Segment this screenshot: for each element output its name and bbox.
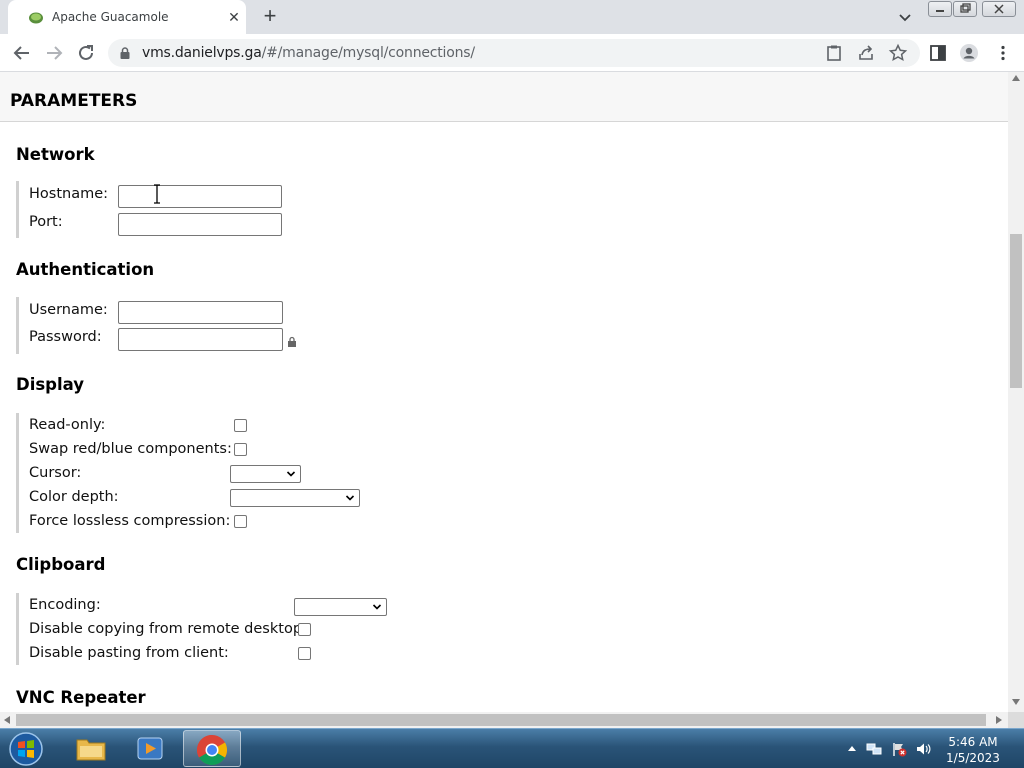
taskbar-media-player[interactable] [122,730,180,767]
url-host: vms.danielvps.ga [142,45,262,61]
password-label: Password: [29,329,102,345]
cursor-select[interactable] [230,465,301,483]
tab-search-chevron-icon[interactable] [895,7,915,27]
scroll-up-arrow-icon[interactable] [1012,75,1020,81]
hostname-input[interactable] [118,185,282,208]
horizontal-scroll-thumb[interactable] [16,714,986,726]
group-title-authentication: Authentication [16,260,155,279]
back-arrow-icon[interactable] [10,41,34,65]
browser-tab-strip: Apache Guacamole ✕ + [0,0,1024,34]
group-title-clipboard: Clipboard [16,555,106,574]
disable-copy-checkbox[interactable] [298,623,311,636]
new-tab-button[interactable]: + [258,5,282,29]
minimize-icon [936,10,944,12]
guacamole-connection-editor: PARAMETERS Network Hostname: Port: Authe… [0,72,1008,712]
windows-start-button-icon[interactable] [6,731,46,767]
disable-paste-checkbox[interactable] [298,647,311,660]
share-icon[interactable] [856,43,876,63]
port-input[interactable] [118,213,282,236]
group-divider [16,413,19,533]
action-center-flag-icon[interactable] [891,741,907,757]
kebab-menu-icon[interactable] [993,43,1013,63]
guacamole-favicon-icon [29,12,43,24]
show-hidden-icons-icon[interactable] [844,741,860,757]
scroll-left-arrow-icon[interactable] [4,716,10,724]
forward-arrow-icon[interactable] [42,41,66,65]
tab-close-icon[interactable]: ✕ [225,8,243,26]
lock-icon[interactable] [118,46,132,60]
swap-red-blue-label: Swap red/blue components: [29,441,232,457]
encoding-select[interactable] [294,598,387,616]
cursor-label: Cursor: [29,465,82,481]
close-window-button[interactable] [982,1,1016,17]
lossless-compression-checkbox[interactable] [234,515,247,528]
hostname-label: Hostname: [29,186,109,202]
restore-icon [960,3,971,13]
read-only-checkbox[interactable] [234,419,247,432]
vertical-scrollbar[interactable] [1008,72,1024,712]
clipboard-icon[interactable] [824,43,844,63]
scrollbar-corner [1008,712,1024,728]
username-label: Username: [29,302,108,318]
scroll-right-arrow-icon[interactable] [996,716,1002,724]
encoding-label: Encoding: [29,597,101,613]
swap-red-blue-checkbox[interactable] [234,443,247,456]
address-bar[interactable]: vms.danielvps.ga/#/manage/mysql/connecti… [108,39,920,67]
url-text: vms.danielvps.ga/#/manage/mysql/connecti… [142,45,475,61]
password-input[interactable] [118,328,283,351]
url-path: /#/manage/mysql/connections/ [261,45,476,61]
tab-title: Apache Guacamole [52,10,169,24]
clock-date: 1/5/2023 [946,751,1000,765]
volume-icon[interactable] [915,741,931,757]
section-title: PARAMETERS [10,91,138,111]
port-label: Port: [29,214,63,230]
windows-taskbar: 5:46 AM 1/5/2023 [0,728,1024,768]
read-only-label: Read-only: [29,417,106,433]
chevron-down-icon [286,471,296,477]
vertical-scroll-thumb[interactable] [1010,234,1022,388]
group-divider [16,593,19,665]
parameters-header: PARAMETERS [0,72,1008,122]
group-title-network: Network [16,145,95,164]
group-divider [16,181,19,238]
horizontal-scrollbar[interactable] [0,712,1008,728]
group-title-display: Display [16,375,85,394]
group-title-vnc-repeater: VNC Repeater [16,688,146,707]
restore-button[interactable] [953,1,977,17]
minimize-button[interactable] [928,1,952,17]
side-panel-icon[interactable] [928,43,948,63]
profile-avatar-icon[interactable] [959,43,979,63]
close-icon [994,4,1004,14]
clock-time: 5:46 AM [948,735,998,749]
username-input[interactable] [118,301,283,324]
taskbar-clock[interactable]: 5:46 AM 1/5/2023 [940,734,1006,766]
password-toggle-lock-icon[interactable] [287,336,297,347]
browser-toolbar: vms.danielvps.ga/#/manage/mysql/connecti… [0,34,1024,72]
color-depth-label: Color depth: [29,489,119,505]
folder-icon [76,739,106,761]
tab-apache-guacamole[interactable]: Apache Guacamole ✕ [8,0,246,34]
network-tray-icon[interactable] [866,741,882,757]
scroll-down-arrow-icon[interactable] [1012,699,1020,705]
disable-paste-label: Disable pasting from client: [29,645,229,661]
media-player-icon [137,737,163,760]
color-depth-select[interactable] [230,489,360,507]
lossless-compression-label: Force lossless compression: [29,513,231,529]
group-divider [16,297,19,354]
chevron-down-icon [345,495,355,501]
taskbar-explorer[interactable] [62,730,120,767]
taskbar-chrome[interactable] [183,730,241,767]
chrome-icon [196,735,228,766]
reload-icon[interactable] [74,41,98,65]
bookmark-star-icon[interactable] [888,43,908,63]
text-cursor-icon [154,184,160,204]
disable-copy-label: Disable copying from remote desktop: [29,621,307,637]
chevron-down-icon [372,604,382,610]
